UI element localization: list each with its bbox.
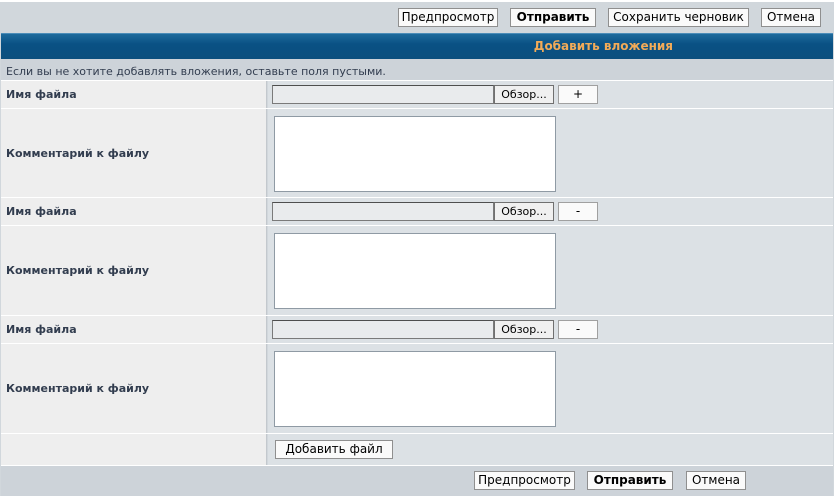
notice-text: Если вы не хотите добавлять вложения, ос… bbox=[1, 59, 833, 81]
file-row-2: Имя файла Обзор... - bbox=[1, 198, 833, 226]
cancel-button-bottom[interactable]: Отмена bbox=[686, 471, 746, 490]
browse-button[interactable]: Обзор... bbox=[494, 85, 554, 104]
add-file-row: Добавить файл bbox=[1, 434, 833, 465]
file-path-input[interactable] bbox=[272, 320, 494, 339]
preview-button-top[interactable]: Предпросмотр bbox=[398, 8, 498, 27]
file-name-label: Имя файла bbox=[6, 323, 77, 336]
remove-row-button[interactable]: - bbox=[558, 320, 598, 339]
submit-button-top[interactable]: Отправить bbox=[510, 8, 596, 27]
file-row-1: Имя файла Обзор... + bbox=[1, 81, 833, 109]
comment-row-1: Комментарий к файлу bbox=[1, 109, 833, 198]
remove-row-button[interactable]: - bbox=[558, 202, 598, 221]
file-comment-label: Комментарий к файлу bbox=[6, 382, 150, 395]
add-row-button[interactable]: + bbox=[558, 85, 598, 104]
file-comment-textarea[interactable] bbox=[274, 116, 556, 192]
add-file-button[interactable]: Добавить файл bbox=[275, 440, 393, 459]
file-path-input[interactable] bbox=[272, 202, 494, 221]
file-comment-textarea[interactable] bbox=[274, 351, 556, 427]
file-comment-textarea[interactable] bbox=[274, 233, 556, 309]
browse-button[interactable]: Обзор... bbox=[494, 320, 554, 339]
section-title: Добавить вложения bbox=[533, 39, 673, 53]
file-row-3: Имя файла Обзор... - bbox=[1, 316, 833, 344]
section-header: Добавить вложения bbox=[1, 33, 833, 59]
file-comment-label: Комментарий к файлу bbox=[6, 147, 150, 160]
bottom-toolbar: Предпросмотр Отправить Отмена bbox=[1, 465, 833, 496]
cancel-button-top[interactable]: Отмена bbox=[761, 8, 821, 27]
comment-row-2: Комментарий к файлу bbox=[1, 226, 833, 316]
submit-button-bottom[interactable]: Отправить bbox=[587, 471, 673, 490]
file-comment-label: Комментарий к файлу bbox=[6, 264, 150, 277]
file-path-input[interactable] bbox=[272, 85, 494, 104]
save-draft-button[interactable]: Сохранить черновик bbox=[608, 8, 749, 27]
preview-button-bottom[interactable]: Предпросмотр bbox=[474, 471, 575, 490]
file-name-label: Имя файла bbox=[6, 205, 77, 218]
file-name-label: Имя файла bbox=[6, 88, 77, 101]
comment-row-3: Комментарий к файлу bbox=[1, 344, 833, 434]
top-toolbar: Предпросмотр Отправить Сохранить чернови… bbox=[0, 0, 834, 32]
browse-button[interactable]: Обзор... bbox=[494, 202, 554, 221]
